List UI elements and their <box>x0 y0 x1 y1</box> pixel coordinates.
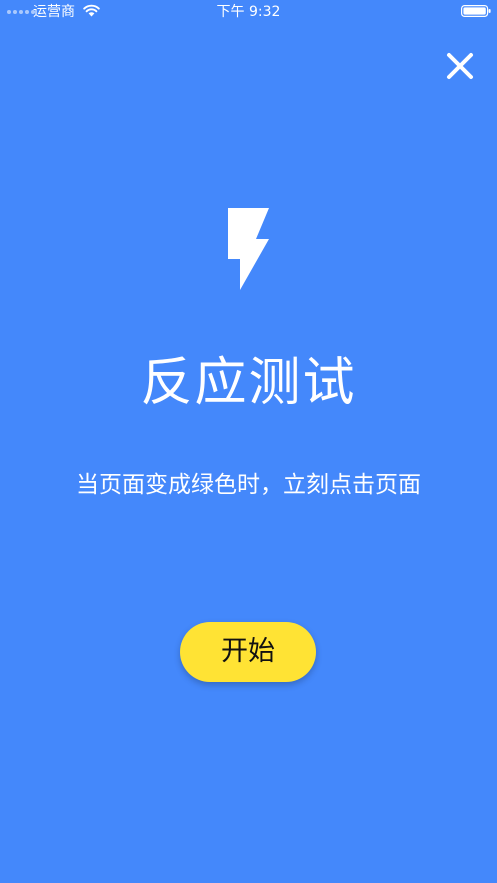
close-button[interactable] <box>441 47 479 85</box>
page-title: 反应测试 <box>140 353 357 413</box>
close-icon <box>447 53 473 79</box>
instruction-text: 当页面变成绿色时，立刻点击页面 <box>76 472 421 498</box>
status-time: 下午 9:32 <box>216 4 281 20</box>
status-bar: 运营商 下午 9:32 <box>0 0 497 24</box>
start-button[interactable]: 开始 <box>180 622 316 682</box>
battery-icon <box>461 5 491 17</box>
lightning-bolt-icon <box>228 208 269 290</box>
